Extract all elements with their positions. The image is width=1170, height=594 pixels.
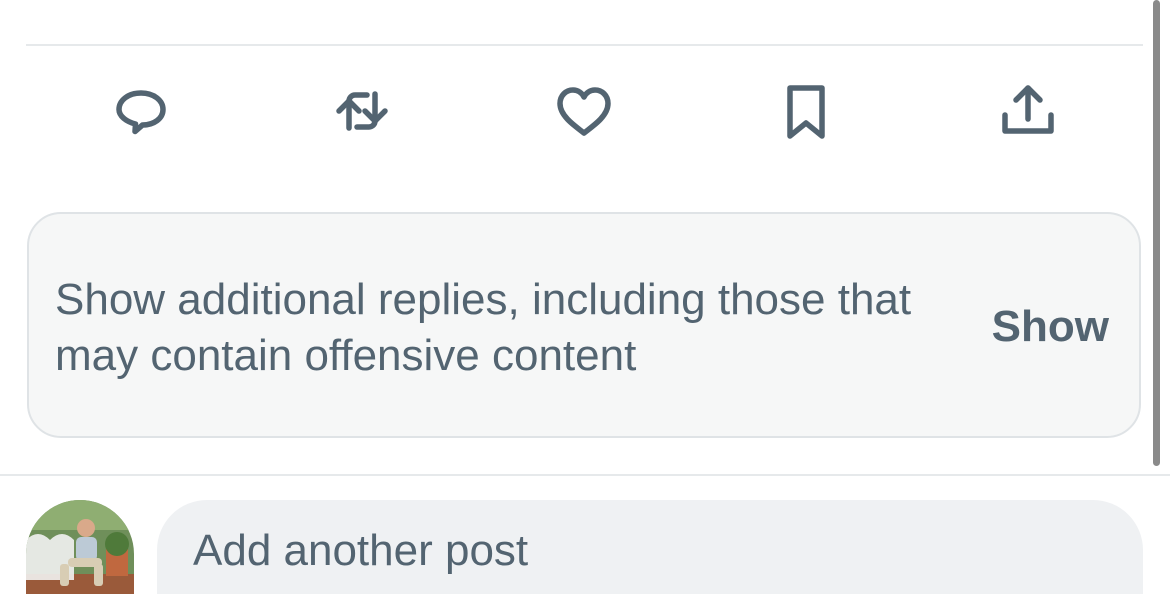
scrollbar[interactable] (1153, 0, 1160, 466)
additional-replies-card: Show additional replies, including those… (27, 212, 1141, 438)
show-replies-button[interactable]: Show (992, 302, 1109, 352)
repost-button[interactable] (327, 76, 397, 146)
bookmark-button[interactable] (771, 76, 841, 146)
reply-icon (116, 90, 166, 135)
additional-replies-message: Show additional replies, including those… (55, 275, 912, 380)
section-divider (0, 474, 1170, 476)
bookmark-icon (787, 85, 825, 139)
tweet-divider (26, 44, 1143, 46)
heart-icon (557, 87, 611, 136)
add-post-input[interactable]: Add another post (157, 500, 1143, 594)
share-button[interactable] (993, 76, 1063, 146)
reply-button[interactable] (106, 76, 176, 146)
like-button[interactable] (549, 76, 619, 146)
repost-icon (336, 91, 388, 131)
avatar-photo (26, 500, 134, 594)
share-icon (1002, 85, 1054, 134)
tweet-action-bar (0, 76, 1170, 146)
avatar[interactable] (26, 500, 134, 594)
